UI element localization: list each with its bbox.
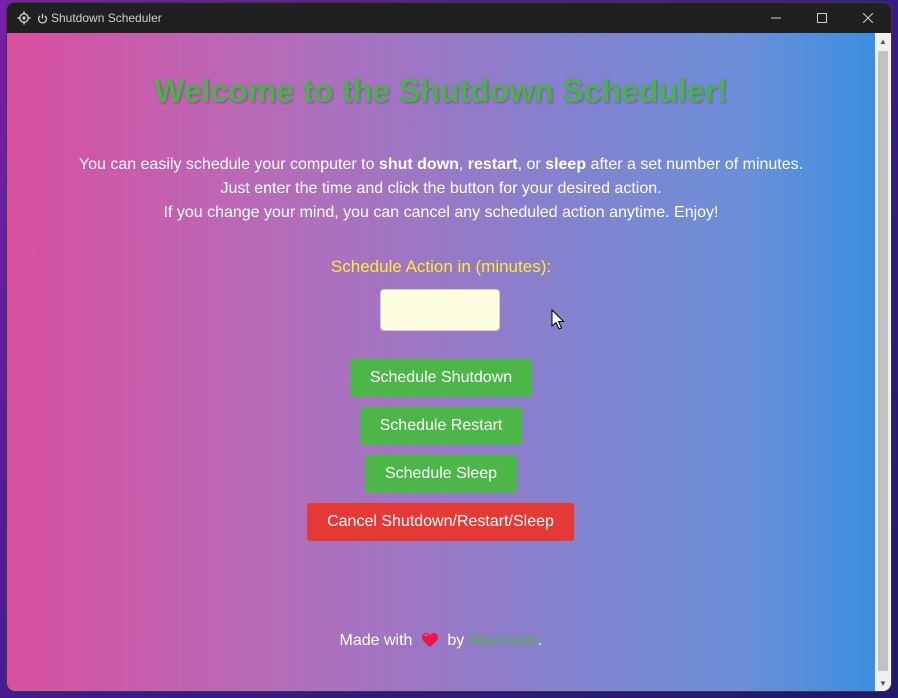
window-title-text: Shutdown Scheduler	[51, 11, 162, 25]
footer-by: by	[447, 632, 465, 649]
scroll-down-arrow[interactable]: ▼	[875, 675, 891, 691]
schedule-restart-button[interactable]: Schedule Restart	[360, 407, 522, 445]
minimize-icon	[771, 17, 781, 19]
cancel-action-button[interactable]: Cancel Shutdown/Restart/Sleep	[307, 503, 574, 541]
close-button[interactable]	[845, 3, 891, 33]
intro-comma-2: , or	[517, 156, 546, 173]
intro-sleep: sleep	[545, 156, 587, 173]
maximize-icon	[817, 13, 827, 23]
footer: Made with by AbuUsam.	[7, 632, 875, 650]
heart-icon	[421, 633, 438, 647]
intro-line-1-suffix: after a set number of minutes.	[586, 156, 804, 173]
minutes-input[interactable]	[380, 289, 500, 331]
schedule-shutdown-button[interactable]: Schedule Shutdown	[350, 359, 532, 397]
page-title: Welcome to the Shutdown Scheduler!	[154, 73, 728, 109]
schedule-sleep-button[interactable]: Schedule Sleep	[365, 455, 517, 493]
author-link[interactable]: AbuUsam	[468, 632, 538, 649]
close-icon	[863, 13, 873, 23]
footer-made-with: Made with	[339, 632, 413, 649]
app-window: Shutdown Scheduler Welcome to the Shutdo…	[7, 3, 891, 691]
minimize-button[interactable]	[753, 3, 799, 33]
intro-line-1: You can easily schedule your computer to…	[7, 153, 875, 177]
intro-line-3: If you change your mind, you can cancel …	[163, 204, 719, 221]
intro-text: You can easily schedule your computer to…	[7, 153, 875, 225]
gear-icon	[17, 11, 31, 25]
scroll-thumb[interactable]	[878, 51, 888, 671]
intro-shut-down: shut down	[378, 156, 459, 173]
window-title: Shutdown Scheduler	[37, 11, 162, 25]
maximize-button[interactable]	[799, 3, 845, 33]
intro-line-2: Just enter the time and click the button…	[220, 180, 662, 197]
title-bar[interactable]: Shutdown Scheduler	[7, 3, 891, 33]
footer-period: .	[538, 632, 543, 649]
vertical-scrollbar[interactable]: ▲ ▼	[875, 33, 891, 691]
intro-comma-1: ,	[458, 156, 468, 173]
intro-restart: restart	[467, 156, 518, 173]
main-content: Welcome to the Shutdown Scheduler! You c…	[7, 33, 875, 691]
mouse-pointer-icon	[551, 309, 565, 330]
power-icon	[37, 13, 48, 24]
intro-line-1-prefix: You can easily schedule your computer to	[78, 156, 379, 173]
minutes-label: Schedule Action in (minutes):	[330, 257, 552, 276]
scroll-up-arrow[interactable]: ▲	[875, 33, 891, 49]
